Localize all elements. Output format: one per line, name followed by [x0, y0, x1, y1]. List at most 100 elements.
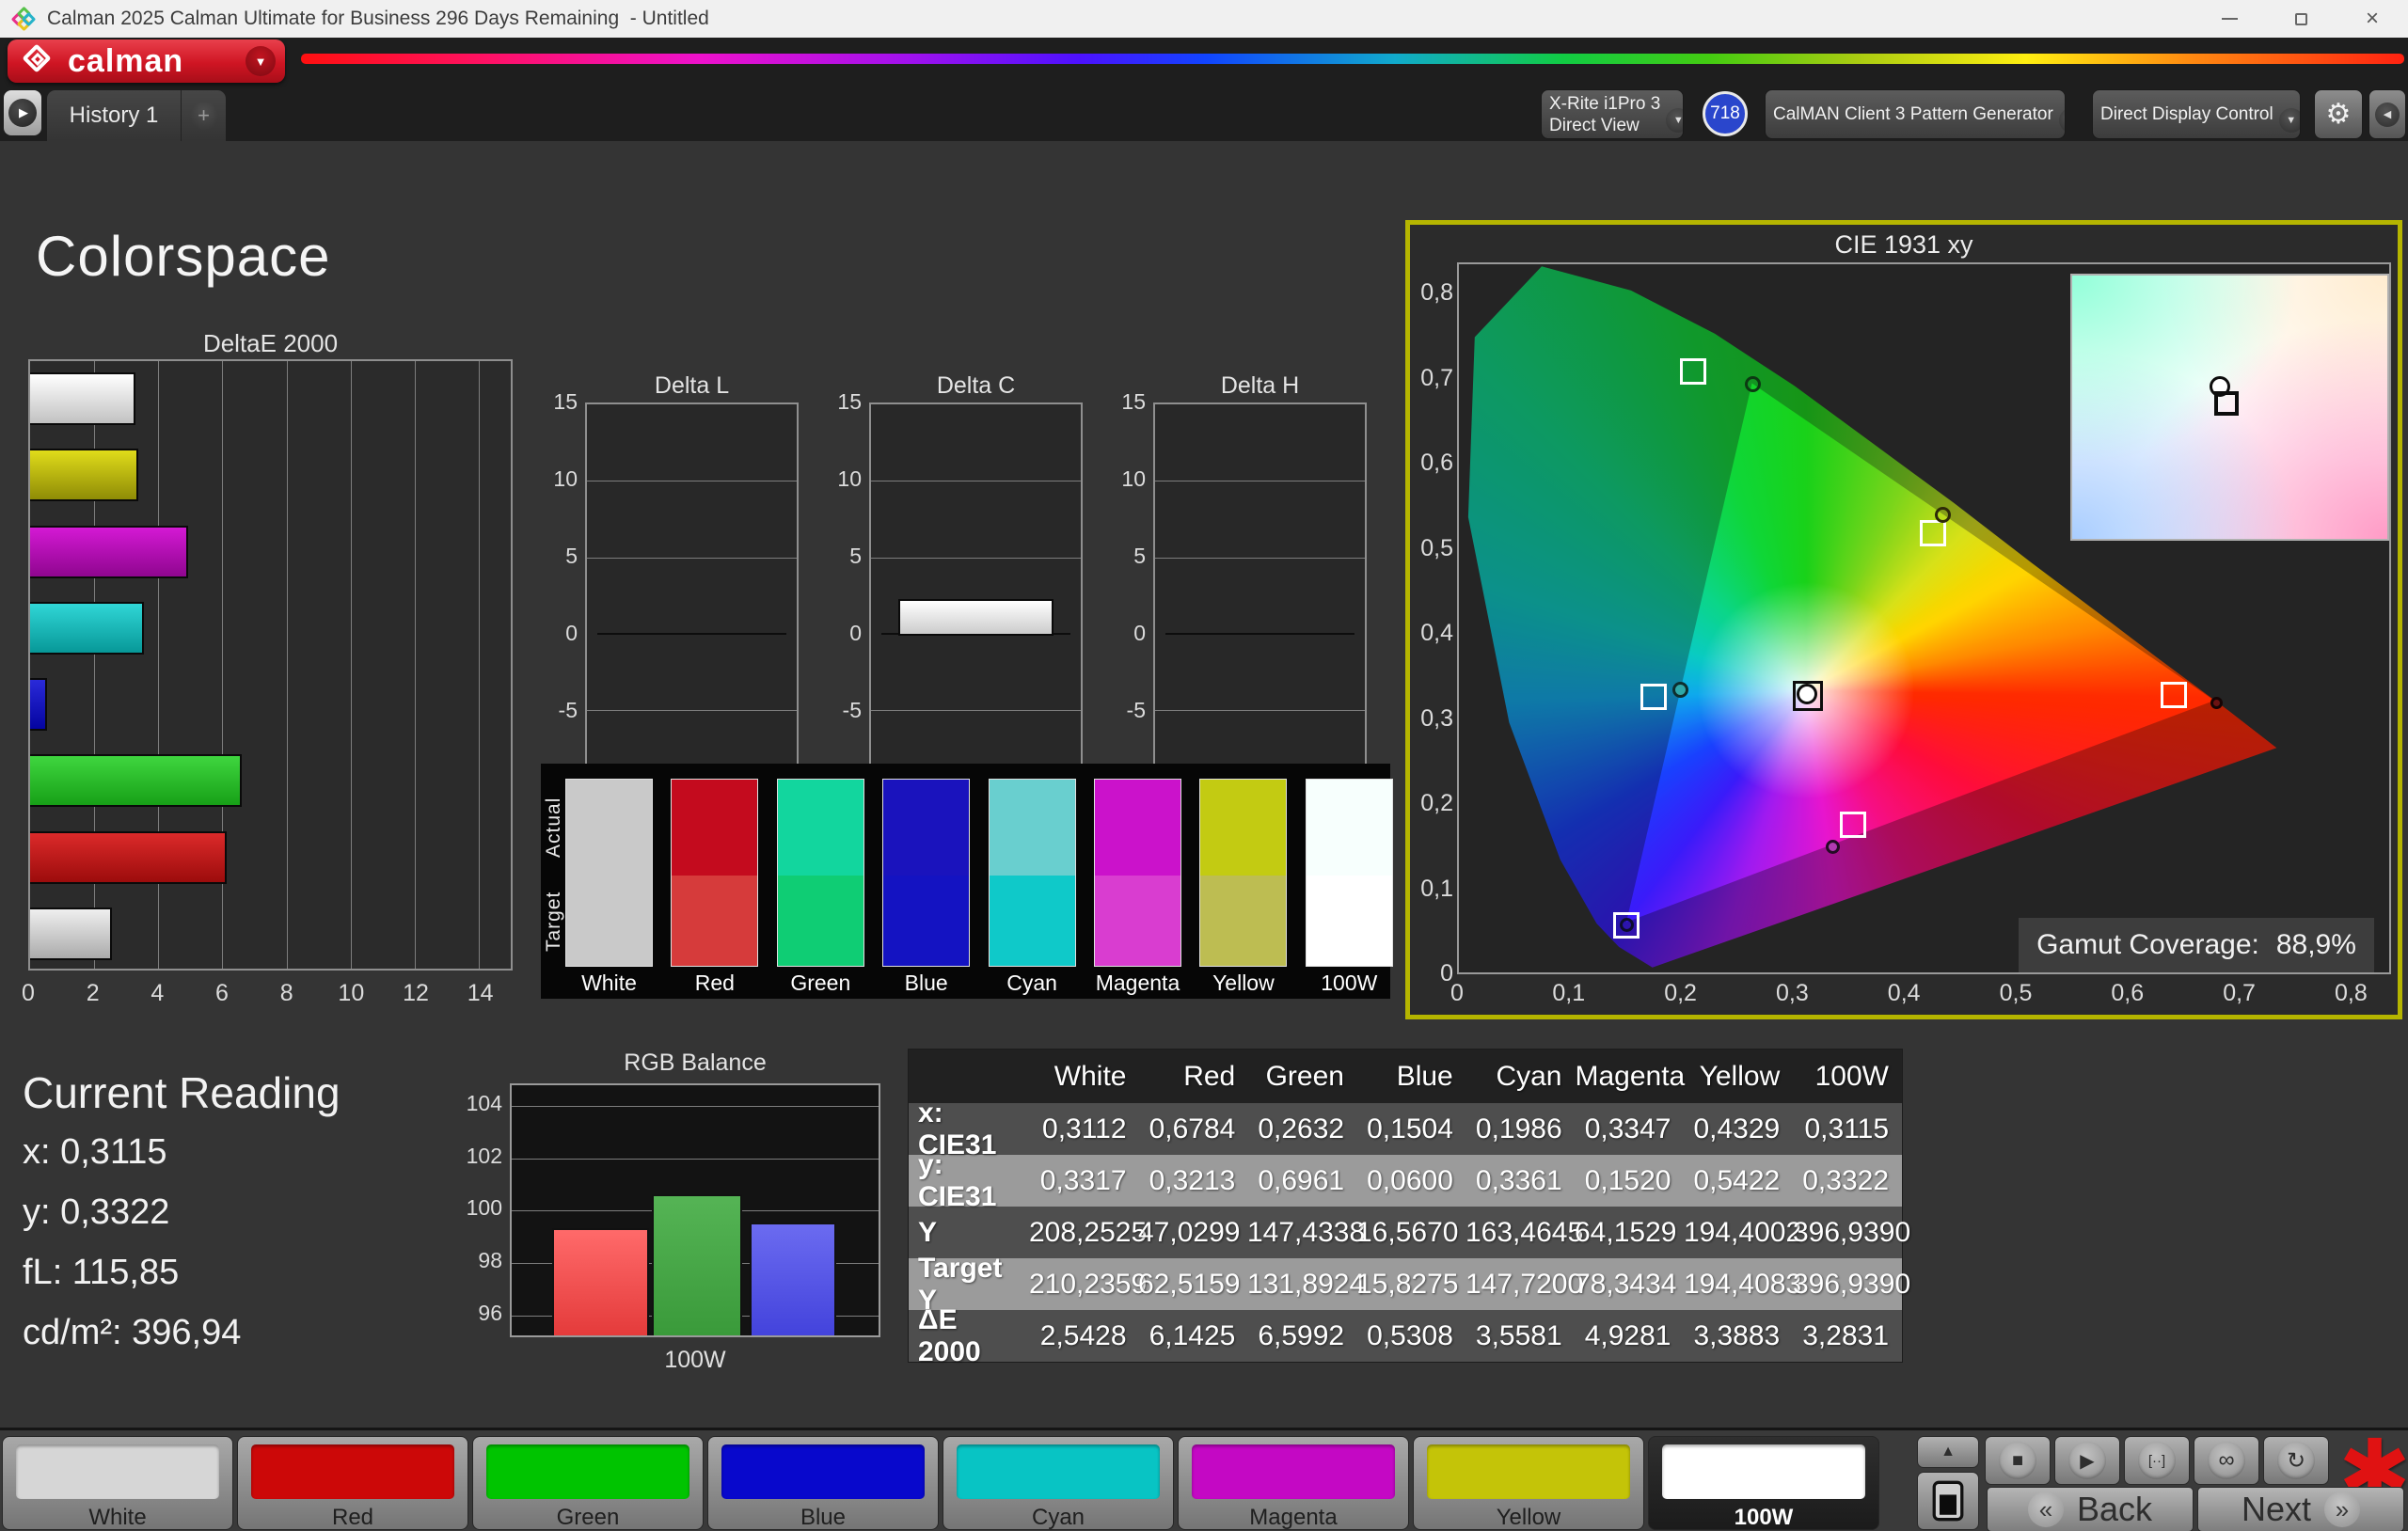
- table-header-cell: Blue: [1396, 1060, 1453, 1092]
- tab-history-1[interactable]: History 1 +: [47, 90, 226, 141]
- axis-tick-label: 2: [86, 980, 100, 1006]
- rgb-bar-blue: [750, 1223, 836, 1335]
- table-cell: 0,3112: [1042, 1113, 1127, 1144]
- app-icon: [10, 6, 37, 32]
- pattern-color-patch: [957, 1444, 1160, 1499]
- pattern-button-cyan[interactable]: Cyan: [943, 1436, 1174, 1530]
- deltae-bar-red: [30, 830, 228, 884]
- restore-button[interactable]: [2265, 0, 2337, 38]
- gamut-coverage-value: 88,9%: [2275, 929, 2356, 960]
- pattern-button-100w[interactable]: 100W: [1648, 1436, 1879, 1530]
- deltae-bar-row: [30, 514, 511, 591]
- axis-tick-label: -5: [1126, 698, 1146, 722]
- cie-target-red: [2161, 682, 2188, 709]
- axis-tick-label: 5: [1133, 544, 1146, 568]
- table-row-label: Y: [918, 1216, 938, 1248]
- pattern-window-icon: [1932, 1480, 1964, 1522]
- plus-icon: +: [189, 102, 218, 130]
- table-cell: 0,1504: [1367, 1113, 1453, 1144]
- cie-target-green: [1680, 358, 1707, 386]
- table-cell: 210,2359: [1029, 1268, 1148, 1300]
- axis-tick-label: 0,7: [1420, 364, 1453, 391]
- settings-button[interactable]: ⚙: [2314, 89, 2363, 139]
- spectrum-divider: [301, 54, 2404, 64]
- calman-menu-button[interactable]: calman ▼: [8, 39, 285, 83]
- gridline: [1155, 710, 1365, 712]
- table-cell: 0,1986: [1475, 1113, 1562, 1144]
- swatch-cyan: [988, 779, 1076, 967]
- table-header-cell: Cyan: [1496, 1060, 1562, 1092]
- axis-tick-label: 0,8: [2335, 980, 2368, 1006]
- pattern-button-yellow[interactable]: Yellow: [1413, 1436, 1644, 1530]
- delta-c-bar: [897, 599, 1054, 636]
- swatch-actual: [1306, 780, 1392, 877]
- table-cell: 0,5308: [1367, 1319, 1453, 1351]
- title-bar: Calman 2025 Calman Ultimate for Business…: [0, 0, 2408, 38]
- play-button[interactable]: ▶: [2054, 1436, 2120, 1485]
- axis-tick-label: 15: [837, 389, 862, 414]
- table-header-cell: Yellow: [1699, 1060, 1781, 1092]
- gridline: [587, 557, 797, 559]
- display-control-dropdown[interactable]: Direct Display Control ▼: [2092, 89, 2301, 139]
- axis-tick-label: 0,5: [1999, 980, 2033, 1006]
- continuous-measure-button[interactable]: ∞: [2194, 1436, 2259, 1485]
- meter-dropdown[interactable]: X-Rite i1Pro 3 Direct View ▼: [1541, 89, 1684, 139]
- add-tab-button[interactable]: +: [182, 90, 226, 141]
- minimize-button[interactable]: [2194, 0, 2265, 38]
- calman-menu-chevron-icon: ▼: [246, 46, 276, 76]
- delta-l-title: Delta L: [654, 372, 730, 399]
- axis-tick-label: 5: [849, 544, 862, 568]
- table-cell: 0,0600: [1367, 1164, 1453, 1196]
- pattern-button-blue[interactable]: Blue: [707, 1436, 939, 1530]
- pattern-button-magenta[interactable]: Magenta: [1178, 1436, 1409, 1530]
- deltae-bar-row: [30, 743, 511, 819]
- axis-tick-label: 0,1: [1420, 875, 1453, 902]
- pattern-button-red[interactable]: Red: [237, 1436, 468, 1530]
- stop-button[interactable]: ■: [1985, 1436, 2051, 1485]
- collapse-panel-button[interactable]: ◀: [2368, 89, 2406, 139]
- step-measure-button[interactable]: [··]: [2124, 1436, 2190, 1485]
- axis-tick-label: 0,3: [1420, 704, 1453, 732]
- swatch-label: Magenta: [1095, 971, 1180, 995]
- axis-tick-label: 8: [279, 980, 293, 1006]
- current-reading-title: Current Reading: [23, 1068, 341, 1117]
- axis-tick-label: 15: [553, 389, 578, 414]
- meter-badge[interactable]: 718: [1703, 91, 1748, 136]
- pattern-window-button[interactable]: [1917, 1472, 1979, 1530]
- pattern-color-patch: [1427, 1444, 1630, 1499]
- page-title: Colorspace: [36, 225, 331, 288]
- back-button[interactable]: « Back: [1987, 1487, 2194, 1531]
- table-cell: 0,3322: [1802, 1164, 1890, 1196]
- pattern-button-green[interactable]: Green: [472, 1436, 704, 1530]
- axis-tick-label: 0,4: [1420, 620, 1453, 646]
- pattern-color-patch: [16, 1444, 219, 1499]
- refresh-button[interactable]: ↻: [2263, 1436, 2329, 1485]
- deltae-bar-magenta: [30, 525, 188, 578]
- tab-scroll-button[interactable]: ▶: [4, 90, 41, 135]
- axis-tick-label: 0,3: [1776, 980, 1809, 1006]
- next-button[interactable]: Next »: [2197, 1487, 2404, 1531]
- axis-tick-label: 96: [478, 1300, 502, 1325]
- gridline: [871, 557, 1081, 559]
- collapse-bar-button[interactable]: ▲: [1917, 1436, 1979, 1468]
- table-cell: 2,5428: [1039, 1319, 1127, 1351]
- swatch-panel: Actual Target White Red Green Blue Cyan Magen…: [541, 764, 1393, 999]
- cie-1931-panel: CIE 1931 xy Gamut Coverage: 88,9% 0,8 0,7…: [1405, 220, 2402, 1019]
- gridline: [1155, 557, 1365, 559]
- collapse-up-icon: ▲: [1941, 1444, 1956, 1460]
- swatch-label: Blue: [904, 971, 948, 995]
- table-cell: 0,2632: [1258, 1113, 1345, 1144]
- table-cell: 47,0299: [1138, 1216, 1241, 1248]
- measurement-table: White Red Green Blue Cyan Magenta Yellow 100W x:…: [908, 1049, 1910, 1367]
- deltae-bar-cyan: [30, 601, 145, 655]
- pattern-button-label: Yellow: [1496, 1505, 1561, 1530]
- delta-h-title: Delta H: [1220, 372, 1300, 399]
- pattern-button-white[interactable]: White: [2, 1436, 233, 1530]
- close-button[interactable]: ×: [2337, 0, 2408, 38]
- table-cell: 163,4645: [1465, 1216, 1584, 1248]
- swatch-magenta: [1094, 779, 1181, 967]
- pattern-generator-dropdown[interactable]: CalMAN Client 3 Pattern Generator ▼: [1765, 89, 2066, 139]
- table-row: Y 208,2525 47,0299 147,4338 16,5670 163,4645 6…: [909, 1207, 1910, 1258]
- swatch-target: [989, 876, 1075, 966]
- axis-tick-label: 0,8: [1420, 279, 1453, 306]
